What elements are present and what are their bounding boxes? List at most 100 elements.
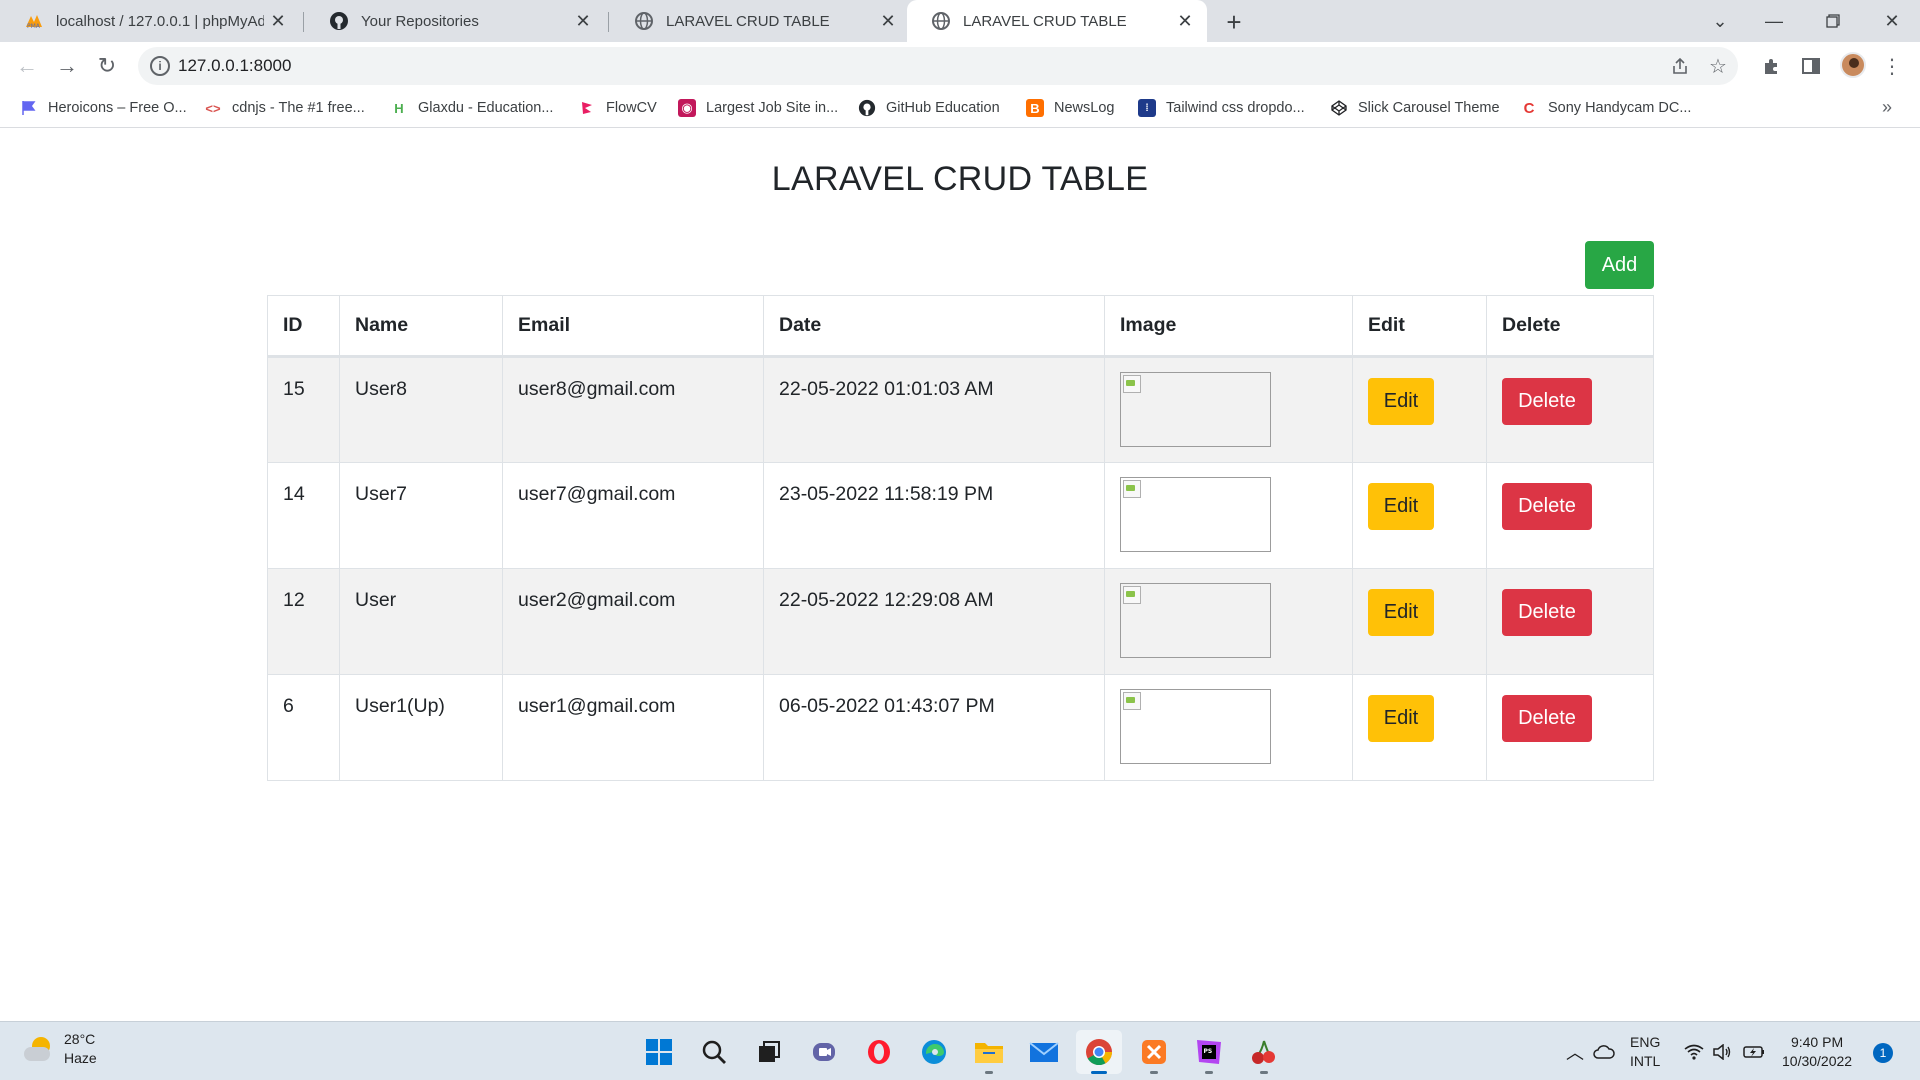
close-tab-icon[interactable]: ✕ <box>569 7 597 35</box>
forward-button[interactable]: → <box>50 49 84 83</box>
reload-button[interactable]: ↻ <box>90 49 124 83</box>
weather-widget[interactable]: 28°C Haze <box>22 1030 97 1068</box>
tab-laravel-crud-active[interactable]: LARAVEL CRUD TABLE ✕ <box>907 0 1207 42</box>
task-view-icon[interactable] <box>746 1030 792 1074</box>
bookmark-slick-carousel[interactable]: Slick Carousel Theme <box>1330 89 1500 127</box>
tab-title: LARAVEL CRUD TABLE <box>963 12 1127 30</box>
tab-search-icon[interactable]: ⌄ <box>1692 0 1748 42</box>
xampp-icon[interactable] <box>1131 1030 1177 1074</box>
restore-button[interactable] <box>1805 0 1861 42</box>
language-indicator[interactable]: ENG INTL <box>1630 1022 1666 1080</box>
bookmark-job-site[interactable]: ◉ Largest Job Site in... <box>678 89 838 127</box>
cell-date: 22-05-2022 12:29:08 AM <box>763 568 1105 675</box>
svg-text:PS: PS <box>1204 1048 1213 1055</box>
bookmark-heroicons[interactable]: Heroicons – Free O... <box>20 89 187 127</box>
wifi-icon[interactable] <box>1684 1022 1704 1080</box>
bookmark-glaxdu[interactable]: H Glaxdu - Education... <box>390 89 553 127</box>
address-bar[interactable]: i 127.0.0.1:8000 ☆ <box>138 47 1738 85</box>
broken-image-icon <box>1120 583 1271 658</box>
delete-button[interactable]: Delete <box>1502 483 1592 530</box>
close-tab-icon[interactable]: ✕ <box>264 7 292 35</box>
add-button[interactable]: Add <box>1585 241 1654 289</box>
share-icon[interactable] <box>1668 54 1692 78</box>
bookmark-flowcv[interactable]: FlowCV <box>578 89 657 127</box>
clock-time: 9:40 PM <box>1790 1033 1844 1050</box>
new-tab-button[interactable]: + <box>1218 6 1250 38</box>
col-header-edit: Edit <box>1352 295 1487 358</box>
cell-date: 06-05-2022 01:43:07 PM <box>763 674 1105 781</box>
notification-badge[interactable]: 1 <box>1873 1043 1893 1063</box>
volume-icon[interactable] <box>1712 1022 1732 1080</box>
table-row: 12 User user2@gmail.com 22-05-2022 12:29… <box>267 568 1654 675</box>
cell-delete: Delete <box>1486 462 1654 569</box>
page-title: LARAVEL CRUD TABLE <box>771 160 1149 198</box>
delete-button[interactable]: Delete <box>1502 695 1592 742</box>
back-button[interactable]: ← <box>10 49 44 83</box>
cherry-icon[interactable] <box>1241 1030 1287 1074</box>
edit-button[interactable]: Edit <box>1368 483 1434 530</box>
table-row: 6 User1(Up) user1@gmail.com 06-05-2022 0… <box>267 674 1654 781</box>
sony-icon: C <box>1523 99 1535 117</box>
cell-id: 6 <box>267 674 340 781</box>
teams-chat-icon[interactable] <box>801 1030 847 1074</box>
table-row: 14 User7 user7@gmail.com 23-05-2022 11:5… <box>267 462 1654 569</box>
cell-image <box>1104 568 1353 675</box>
cell-email: user2@gmail.com <box>502 568 764 675</box>
cell-date: 23-05-2022 11:58:19 PM <box>763 462 1105 569</box>
edit-button[interactable]: Edit <box>1368 589 1434 636</box>
bookmark-tailwind-dropdown[interactable]: ⁞ Tailwind css dropdo... <box>1138 89 1305 127</box>
mail-icon[interactable] <box>1021 1030 1067 1074</box>
close-window-button[interactable]: ✕ <box>1864 0 1920 42</box>
edge-icon[interactable] <box>911 1030 957 1074</box>
search-icon[interactable] <box>691 1030 737 1074</box>
close-tab-icon[interactable]: ✕ <box>1171 7 1199 35</box>
page-content: LARAVEL CRUD TABLE Add ID Name Email Dat… <box>0 128 1920 1021</box>
browser-toolbar: ← → ↻ i 127.0.0.1:8000 ☆ ⋮ <box>0 42 1920 89</box>
tray-overflow-icon[interactable]: ︿ <box>1566 1022 1584 1080</box>
tab-repositories[interactable]: Your Repositories ✕ <box>305 0 605 42</box>
clock[interactable]: 9:40 PM 10/30/2022 <box>1782 1022 1862 1080</box>
weather-temp: 28°C <box>64 1031 96 1047</box>
windows-start-icon[interactable] <box>636 1030 682 1074</box>
more-bookmarks-icon[interactable]: » <box>1882 97 1892 118</box>
file-explorer-icon[interactable] <box>966 1030 1012 1074</box>
github-icon <box>858 99 876 117</box>
table-header-row: ID Name Email Date Image Edit Delete <box>267 295 1654 358</box>
onedrive-icon[interactable] <box>1593 1022 1615 1080</box>
globe-icon <box>931 11 951 31</box>
opera-icon[interactable] <box>856 1030 902 1074</box>
bookmark-star-icon[interactable]: ☆ <box>1706 54 1730 78</box>
site-info-icon[interactable]: i <box>150 56 170 76</box>
codepen-icon <box>1330 99 1348 117</box>
menu-icon[interactable]: ⋮ <box>1878 52 1906 80</box>
col-header-name: Name <box>339 295 503 358</box>
delete-button[interactable]: Delete <box>1502 378 1592 425</box>
side-panel-icon[interactable] <box>1797 52 1825 80</box>
taskbar-apps: PS <box>636 1030 1296 1074</box>
bookmark-newslog[interactable]: B NewsLog <box>1026 89 1114 127</box>
phpstorm-icon[interactable]: PS <box>1186 1030 1232 1074</box>
tab-phpmyadmin[interactable]: PMA localhost / 127.0.0.1 | phpMyAdm ✕ <box>0 0 300 42</box>
chrome-icon[interactable] <box>1076 1030 1122 1074</box>
bookmark-cdnjs[interactable]: <> cdnjs - The #1 free... <box>204 89 364 127</box>
blogger-icon: B <box>1026 99 1044 117</box>
edit-button[interactable]: Edit <box>1368 695 1434 742</box>
bookmark-sony-handycam[interactable]: C Sony Handycam DC... <box>1520 89 1692 127</box>
cell-delete: Delete <box>1486 674 1654 781</box>
battery-icon[interactable] <box>1743 1022 1765 1080</box>
address-url[interactable]: 127.0.0.1:8000 <box>178 47 291 85</box>
close-tab-icon[interactable]: ✕ <box>874 7 902 35</box>
edit-button[interactable]: Edit <box>1368 378 1434 425</box>
glaxdu-icon: H <box>394 100 404 116</box>
minimize-button[interactable]: — <box>1746 0 1802 42</box>
tab-laravel-crud[interactable]: LARAVEL CRUD TABLE ✕ <box>610 0 910 42</box>
profile-avatar[interactable] <box>1840 52 1866 78</box>
cell-id: 14 <box>267 462 340 569</box>
delete-button[interactable]: Delete <box>1502 589 1592 636</box>
tab-title: Your Repositories <box>361 12 479 30</box>
cell-email: user8@gmail.com <box>502 356 764 463</box>
cell-edit: Edit <box>1352 462 1487 569</box>
bookmark-github-education[interactable]: GitHub Education <box>858 89 1000 127</box>
col-header-date: Date <box>763 295 1105 358</box>
extensions-icon[interactable] <box>1758 52 1786 80</box>
